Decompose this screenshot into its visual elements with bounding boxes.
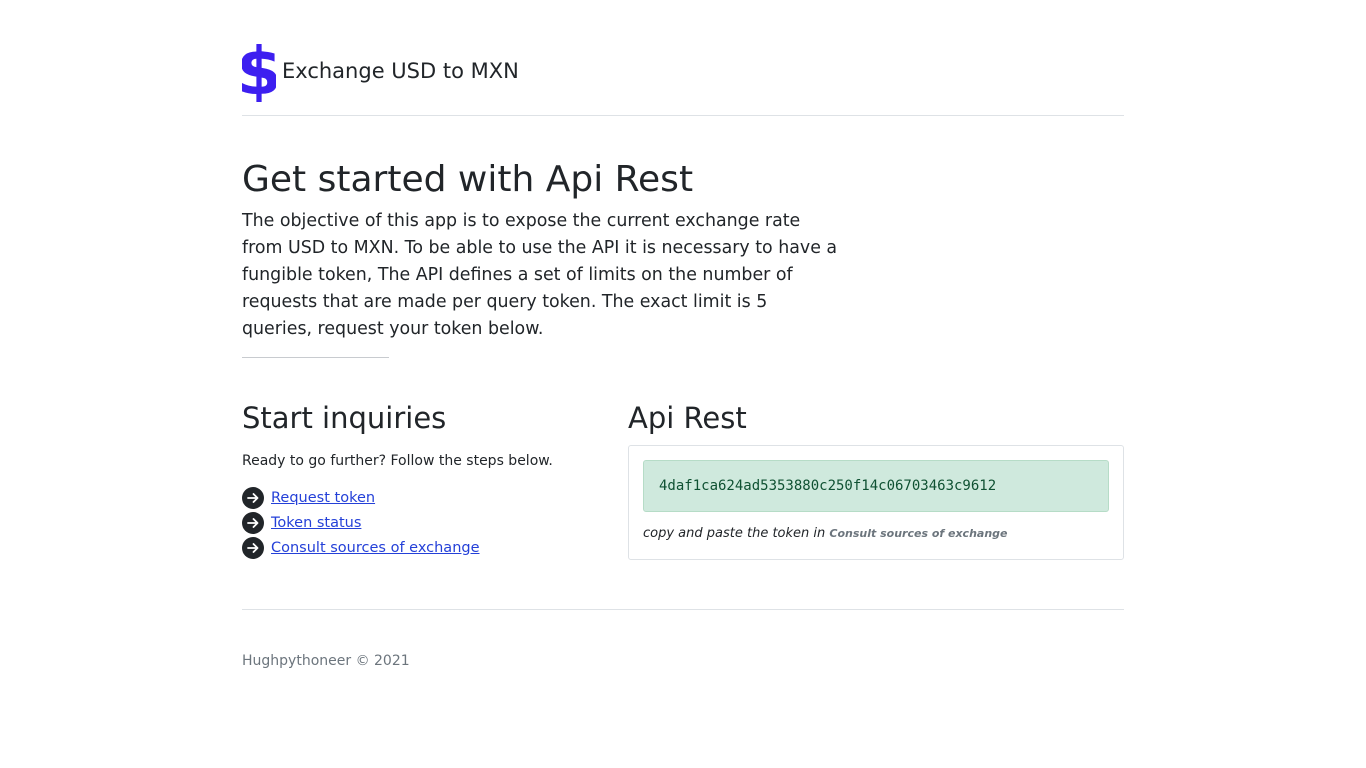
request-token-link[interactable]: Request token <box>271 490 375 506</box>
list-item: Token status <box>242 510 612 535</box>
hint-prefix: copy and paste the token in <box>643 526 826 541</box>
page-title: Get started with Api Rest <box>242 159 694 200</box>
api-section: Api Rest 4daf1ca624ad5353880c250f14c0670… <box>628 400 1124 560</box>
arrow-right-circle-icon <box>242 536 264 559</box>
footer-divider <box>242 609 1124 610</box>
token-card: 4daf1ca624ad5353880c250f14c06703463c9612… <box>628 445 1124 560</box>
brand-title: Exchange USD to MXN <box>282 59 519 83</box>
arrow-right-circle-icon <box>242 486 264 509</box>
token-status-link[interactable]: Token status <box>271 515 361 531</box>
site-header: $ Exchange USD to MXN <box>236 33 1124 116</box>
brand-link[interactable]: $ Exchange USD to MXN <box>236 33 519 110</box>
footer-copyright: Hughpythoneer © 2021 <box>242 653 410 669</box>
inquiries-section: Start inquiries Ready to go further? Fol… <box>242 400 612 560</box>
divider <box>242 357 389 358</box>
list-item: Request token <box>242 485 612 510</box>
arrow-right-circle-icon <box>242 511 264 534</box>
list-item: Consult sources of exchange <box>242 535 612 560</box>
token-hint: copy and paste the token in Consult sour… <box>643 526 1109 541</box>
inquiries-subtitle: Ready to go further? Follow the steps be… <box>242 453 553 469</box>
steps-list: Request token Token status Consult sourc… <box>242 485 612 560</box>
token-display[interactable]: 4daf1ca624ad5353880c250f14c06703463c9612 <box>643 460 1109 512</box>
inquiries-title: Start inquiries <box>242 401 447 435</box>
api-title: Api Rest <box>628 401 747 435</box>
svg-text:$: $ <box>242 42 276 102</box>
dollar-icon: $ <box>236 33 282 110</box>
hint-target: Consult sources of exchange <box>829 527 1008 540</box>
consult-sources-link[interactable]: Consult sources of exchange <box>271 540 480 556</box>
intro-paragraph: The objective of this app is to expose t… <box>242 211 838 339</box>
